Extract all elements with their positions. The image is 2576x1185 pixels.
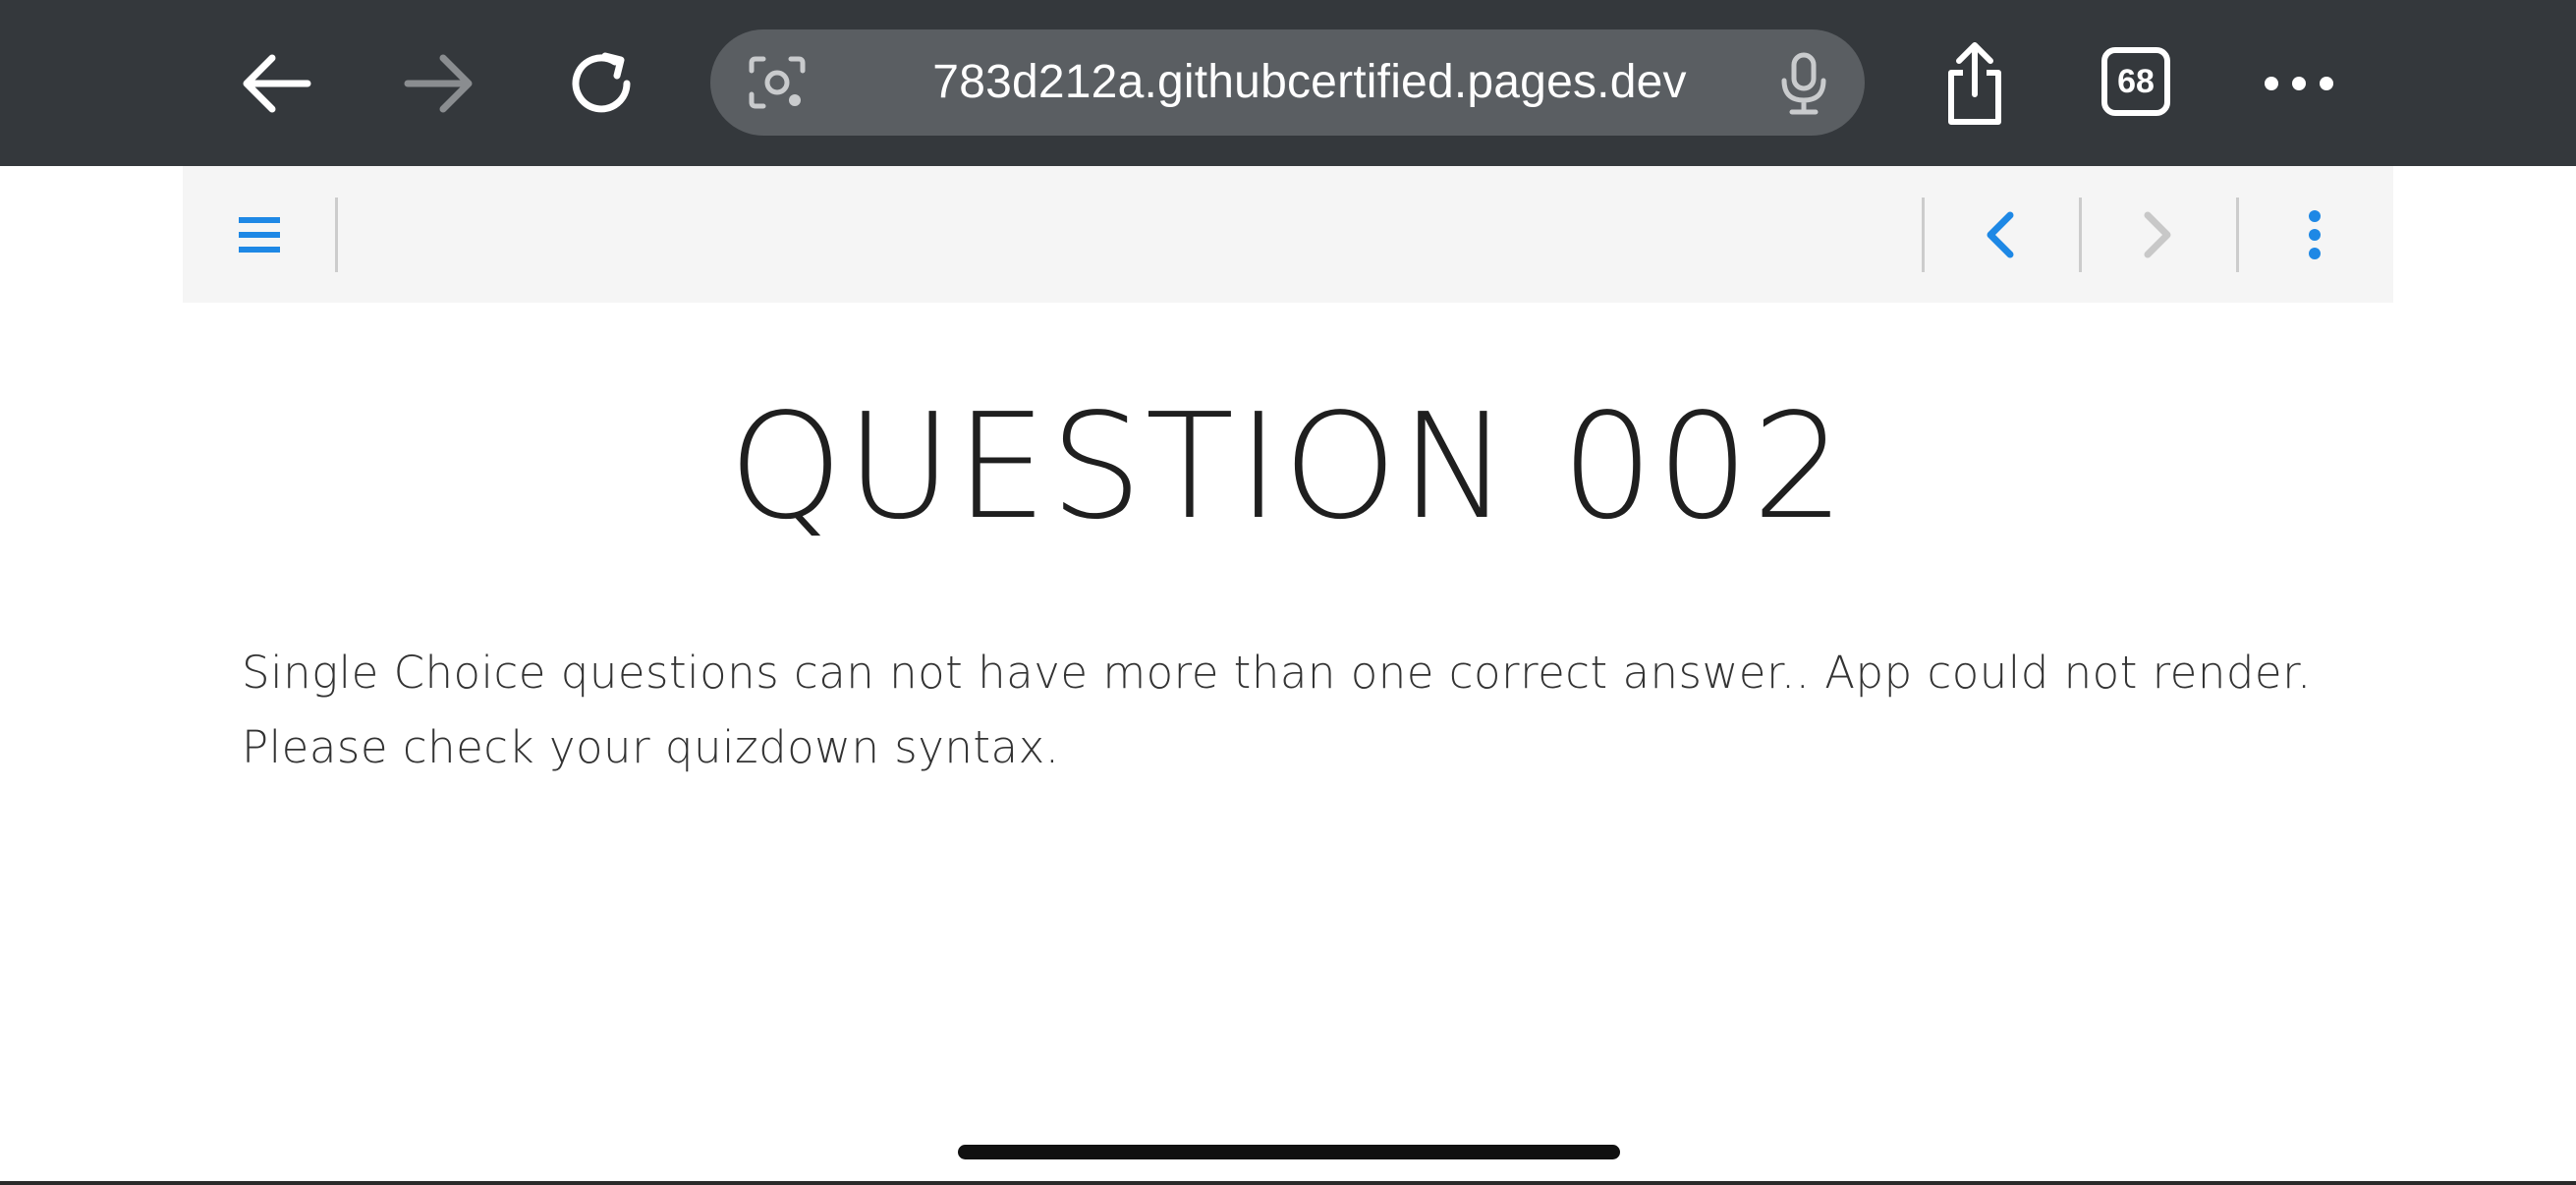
more-vertical-icon (2309, 209, 2321, 259)
arrow-left-icon (243, 54, 311, 113)
bottom-border (0, 1181, 2576, 1185)
toolbar-divider (335, 198, 338, 272)
browser-back-button[interactable] (222, 29, 330, 138)
previous-question-button[interactable] (1941, 166, 2059, 303)
arrow-right-icon (404, 54, 473, 113)
tabs-count-button[interactable]: 68 (2101, 47, 2170, 116)
hamburger-menu-icon (239, 216, 280, 253)
browser-forward-button[interactable] (385, 29, 493, 138)
quiz-toolbar (183, 166, 2393, 303)
share-icon (1948, 42, 2001, 125)
chevron-left-icon (1987, 211, 2014, 257)
share-button[interactable] (1921, 29, 2029, 138)
browser-more-button[interactable] (2245, 29, 2353, 138)
camera-lens-icon[interactable] (746, 53, 809, 112)
next-question-button[interactable] (2099, 166, 2216, 303)
toolbar-more-button[interactable] (2256, 166, 2374, 303)
home-indicator[interactable] (958, 1145, 1620, 1159)
url-text[interactable]: 783d212a.githubcertified.pages.dev (882, 29, 1737, 136)
browser-reload-button[interactable] (547, 29, 655, 138)
error-message: Single Choice questions can not have mor… (242, 647, 2312, 773)
chevron-right-icon (2144, 211, 2171, 257)
address-bar[interactable]: 783d212a.githubcertified.pages.dev (710, 29, 1865, 136)
toolbar-divider (2236, 198, 2239, 272)
question-title: QUESTION 002 (728, 382, 1848, 551)
browser-toolbar: 783d212a.githubcertified.pages.dev 68 (0, 0, 2576, 166)
toolbar-divider (1922, 198, 1925, 272)
more-horizontal-icon (2265, 77, 2333, 90)
toolbar-divider (2079, 198, 2082, 272)
menu-button[interactable] (200, 166, 318, 303)
microphone-icon[interactable] (1776, 51, 1831, 116)
reload-icon (572, 52, 631, 113)
